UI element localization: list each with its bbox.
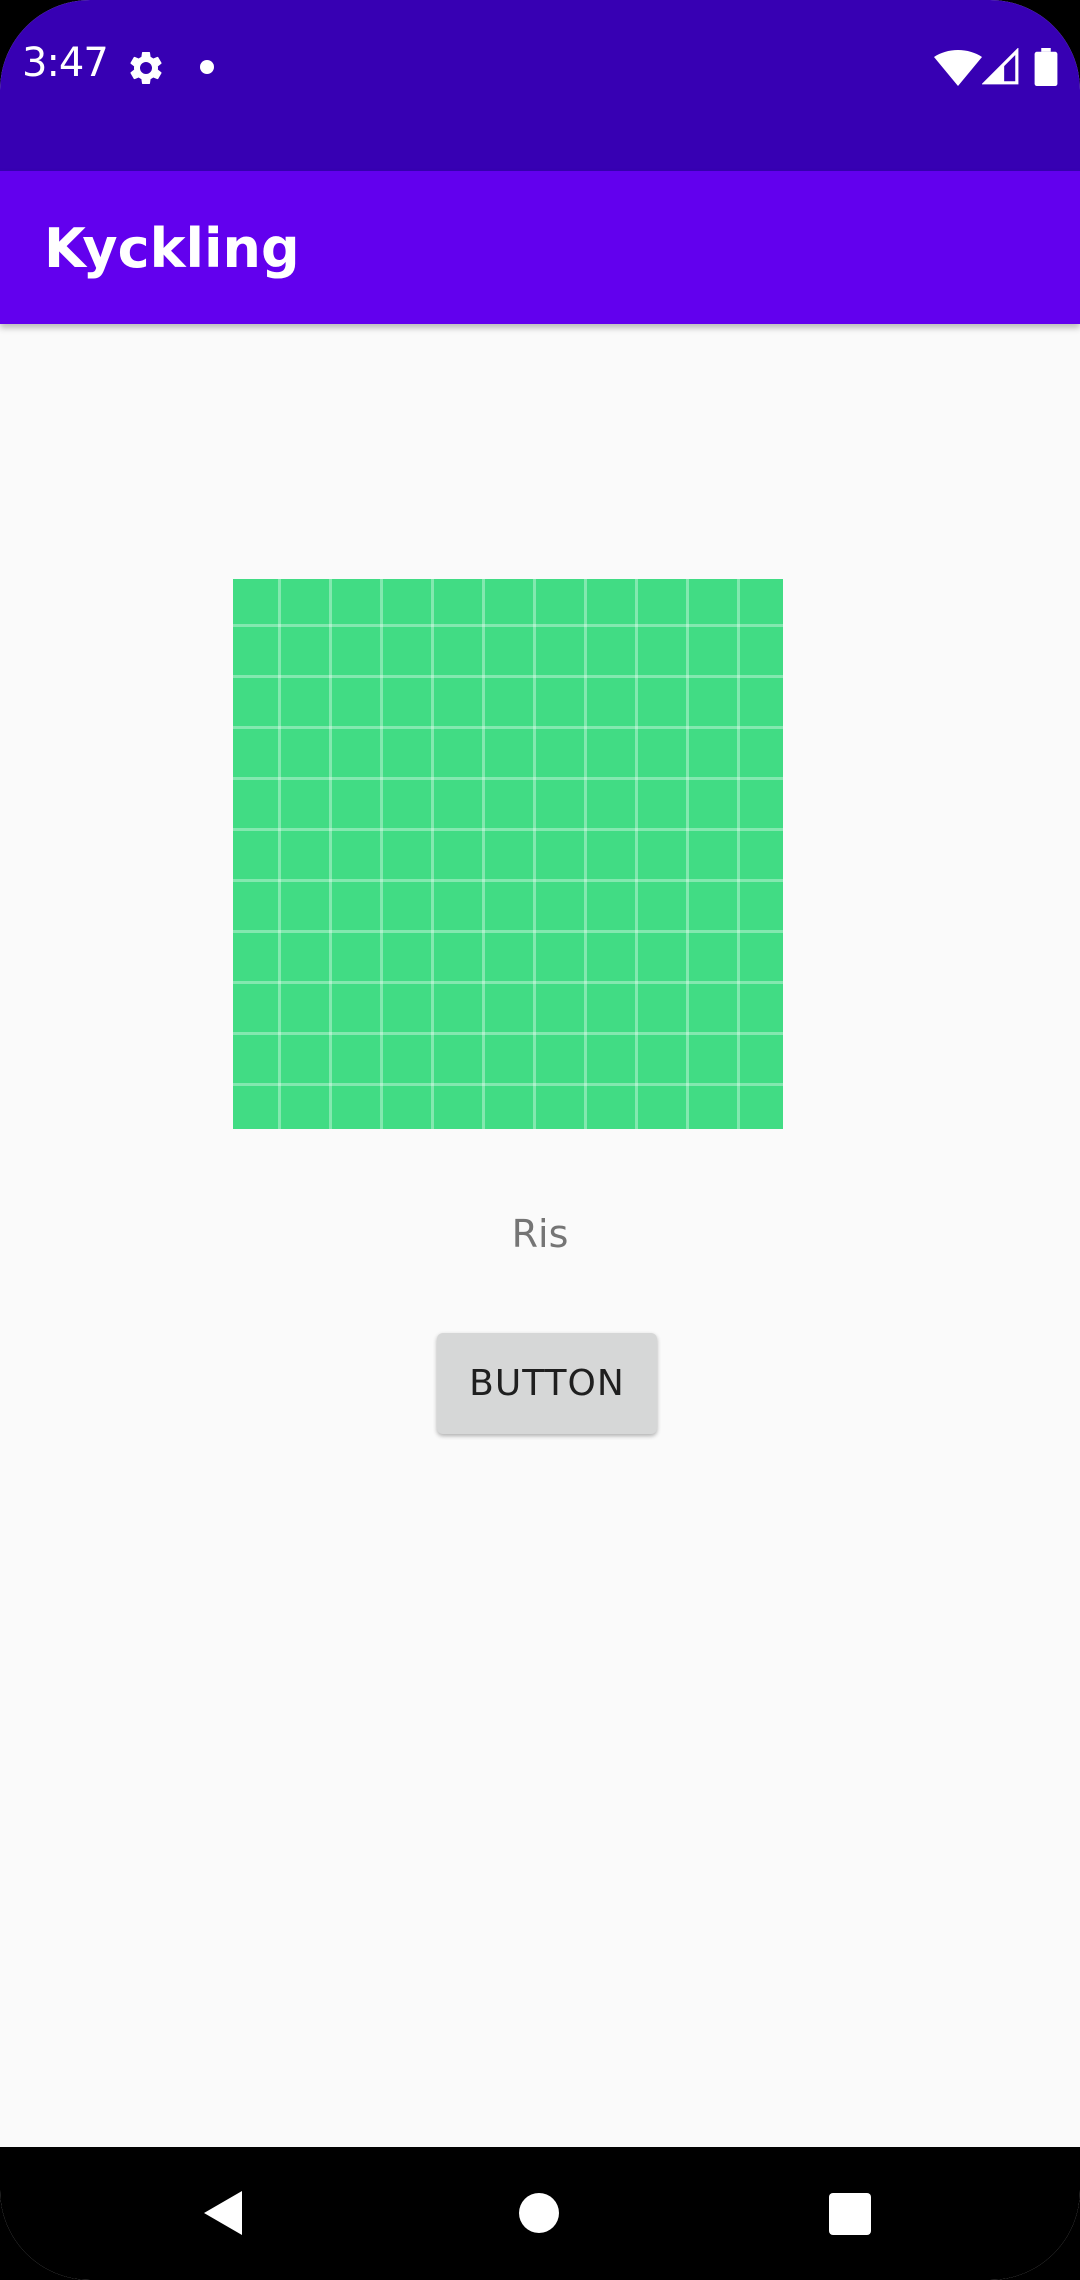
home-icon[interactable] (519, 2193, 559, 2233)
label-text: Ris (511, 1212, 569, 1256)
notification-dot-icon (200, 60, 214, 74)
phone-screen: 3:47 Kyckling Ris BUTTON (0, 0, 1080, 2280)
status-bar: 3:47 (0, 0, 1080, 171)
app-title: Kyckling (44, 217, 300, 280)
app-bar: Kyckling (0, 171, 1080, 324)
grid-image (233, 579, 783, 1129)
status-time: 3:47 (22, 40, 109, 86)
signal-icon (982, 48, 1019, 85)
gear-icon (130, 51, 162, 84)
recents-icon[interactable] (829, 2193, 871, 2235)
back-icon[interactable] (202, 2189, 246, 2237)
main-button[interactable]: BUTTON (437, 1333, 657, 1434)
battery-icon (1034, 48, 1058, 86)
navigation-bar (0, 2147, 1080, 2280)
wifi-icon (934, 50, 982, 86)
